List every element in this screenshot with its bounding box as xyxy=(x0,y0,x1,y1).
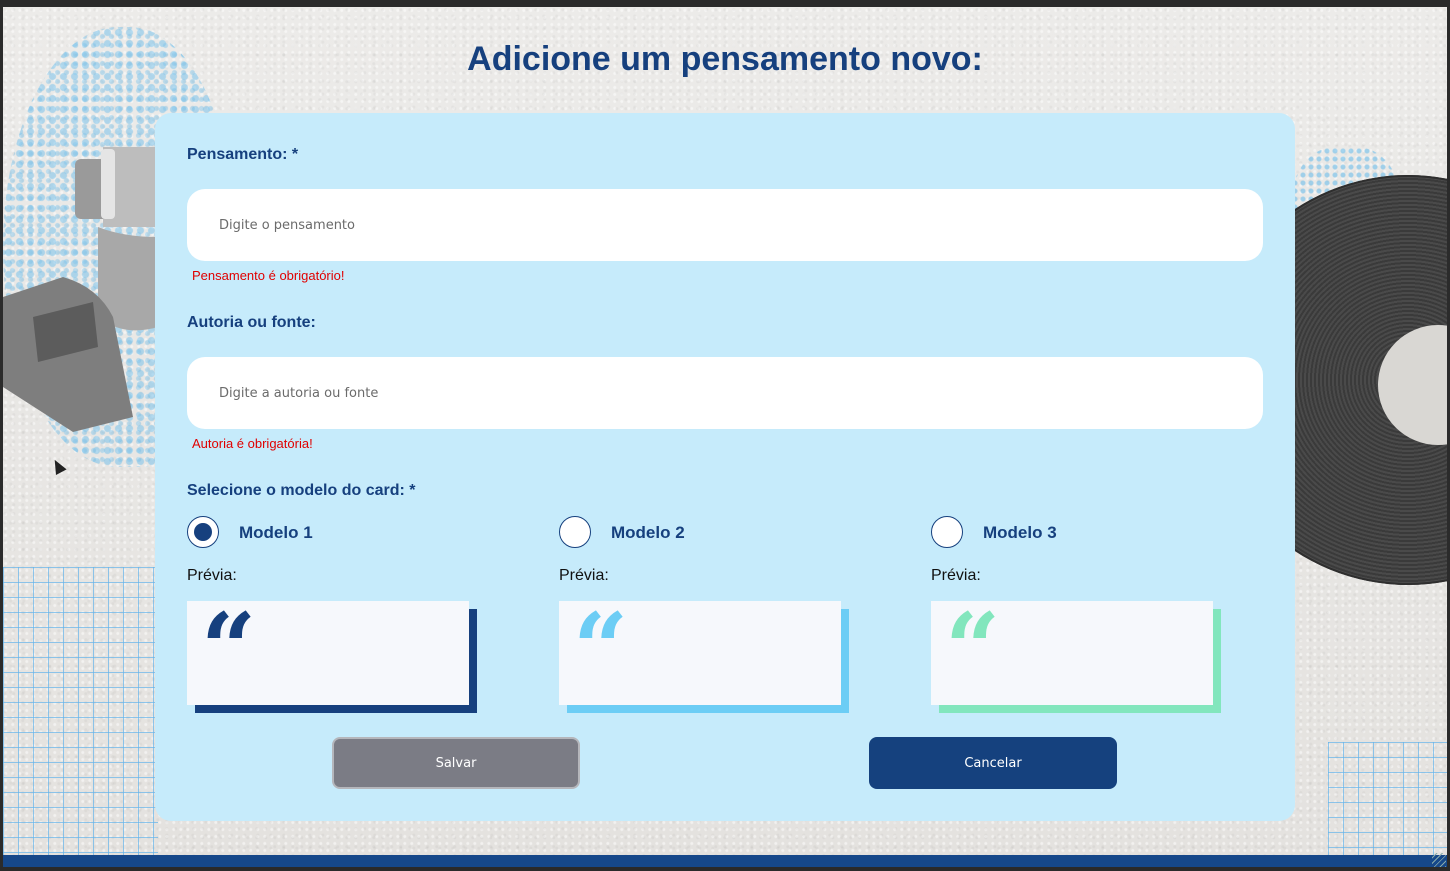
resize-grip-icon[interactable] xyxy=(1432,853,1446,867)
model-2-radio[interactable] xyxy=(559,516,591,548)
quote-icon: “ xyxy=(573,592,629,705)
card-model-label: Selecione o modelo do card: * xyxy=(187,482,416,499)
model-1-preview-card: “ xyxy=(187,601,469,705)
page-footer-bar xyxy=(3,855,1447,867)
hand-megaphone-illustration xyxy=(3,147,158,432)
thought-error-message: Pensamento é obrigatório! xyxy=(192,268,345,283)
model-2-preview-label: Prévia: xyxy=(559,567,609,584)
save-button[interactable]: Salvar xyxy=(332,737,580,789)
window-top-border xyxy=(0,0,1450,7)
page-title: Adicione um pensamento novo: xyxy=(467,40,983,78)
thought-label: Pensamento: * xyxy=(187,146,299,163)
new-thought-form: Pensamento: * Pensamento é obrigatório! … xyxy=(155,113,1295,821)
model-1-preview-label: Prévia: xyxy=(187,567,237,584)
model-3-preview-card: “ xyxy=(931,601,1213,705)
model-option-2: Modelo 2 Prévia: “ xyxy=(559,516,859,716)
quote-icon: “ xyxy=(201,592,257,705)
model-option-1: Modelo 1 Prévia: “ xyxy=(187,516,487,716)
author-error-message: Autoria é obrigatória! xyxy=(192,436,313,451)
thought-input[interactable] xyxy=(187,189,1263,261)
quote-icon: “ xyxy=(945,592,1001,705)
decorative-grid-left xyxy=(3,567,158,855)
cancel-button[interactable]: Cancelar xyxy=(869,737,1117,789)
model-1-radio[interactable] xyxy=(187,516,219,548)
model-2-label[interactable]: Modelo 2 xyxy=(611,523,685,543)
decorative-grid-right xyxy=(1328,742,1447,855)
author-input[interactable] xyxy=(187,357,1263,429)
model-3-preview-label: Prévia: xyxy=(931,567,981,584)
model-3-radio[interactable] xyxy=(931,516,963,548)
model-option-3: Modelo 3 Prévia: “ xyxy=(931,516,1231,716)
model-3-label[interactable]: Modelo 3 xyxy=(983,523,1057,543)
model-1-label[interactable]: Modelo 1 xyxy=(239,523,313,543)
window-bottom-border xyxy=(0,867,1450,871)
model-2-preview-card: “ xyxy=(559,601,841,705)
author-label: Autoria ou fonte: xyxy=(187,314,316,331)
